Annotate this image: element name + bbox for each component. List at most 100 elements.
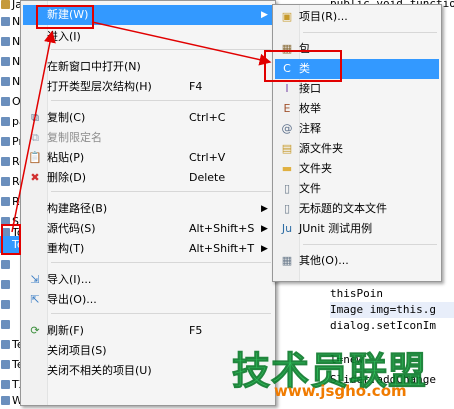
folder-icon: ▬ xyxy=(281,162,293,175)
menu-item-label: 项目(R)... xyxy=(299,10,348,23)
watermark-logo: 技术员联盟 www.jsgho.com xyxy=(228,340,452,402)
tree-item-icon xyxy=(1,97,10,106)
menu-item-label: 导出(O)... xyxy=(47,293,97,306)
ctx-item-d[interactable]: ✖ 删除(D) Delete xyxy=(23,168,273,188)
export-icon: ⇱ xyxy=(30,293,40,306)
tree-item-icon xyxy=(1,0,10,9)
menu-item-label: 其他(O)... xyxy=(299,254,349,267)
tree-item-icon xyxy=(1,77,10,86)
new-item-o[interactable]: ▦ 其他(O)... xyxy=(275,251,439,271)
new-item-junit[interactable]: Ju JUnit 测试用例 xyxy=(275,219,439,239)
code-line: Image img=this.g xyxy=(330,302,454,318)
new-submenu: ▣ 项目(R)... ▦ 包 C 类 I 接口 E 枚举 @ 注释 ▤ 源文件夹 ▬ 文件夹 ▯ 文件 ▯ 无标题的文… xyxy=(272,4,442,282)
tree-item-icon xyxy=(1,380,10,389)
annotation-box-new-menu xyxy=(36,5,94,29)
tree-item-icon xyxy=(1,340,10,349)
ctx-item-i[interactable]: 进入(I) xyxy=(23,27,273,47)
tree-item-icon xyxy=(1,360,10,369)
watermark-url: www.jsgho.com xyxy=(274,382,407,400)
ctx-item-c[interactable]: ⧉ 复制(C) Ctrl+C xyxy=(23,108,273,128)
menu-item-label: 文件 xyxy=(299,182,321,195)
tree-item-icon xyxy=(1,320,10,329)
ctx-item-i[interactable]: ⇲ 导入(I)... xyxy=(23,270,273,290)
menu-item-label: 粘贴(P) xyxy=(47,151,85,164)
new-item-item-9[interactable]: ▯ 无标题的文本文件 xyxy=(275,199,439,219)
tree-item-icon xyxy=(1,137,10,146)
menu-item-label: 枚举 xyxy=(299,102,321,115)
menu-separator xyxy=(51,100,271,101)
tree-item-icon xyxy=(1,260,10,269)
ctx-item-s[interactable]: 源代码(S) Alt+Shift+S ▶ xyxy=(23,219,273,239)
junit-icon: Ju xyxy=(281,222,293,235)
annotation-box-selected-item xyxy=(1,224,21,255)
menu-item-label: 导入(I)... xyxy=(47,273,92,286)
menu-item-label: 刷新(F) xyxy=(47,324,84,337)
tree-item-icon xyxy=(1,280,10,289)
menu-separator xyxy=(303,32,437,33)
ctx-item-t[interactable]: 重构(T) Alt+Shift+T ▶ xyxy=(23,239,273,259)
tree-item-icon xyxy=(1,17,10,26)
menu-item-label: JUnit 测试用例 xyxy=(299,222,373,235)
annotation-box-class-item xyxy=(264,50,342,82)
tree-item-icon xyxy=(1,300,10,309)
menu-item-shortcut: Alt+Shift+S xyxy=(189,222,255,235)
code-line: thisPoin xyxy=(330,287,383,300)
submenu-arrow-icon: ▶ xyxy=(261,10,268,20)
new-item-item-4[interactable]: E 枚举 xyxy=(275,99,439,119)
tree-item-icon xyxy=(1,37,10,46)
menu-item-shortcut: Alt+Shift+T xyxy=(189,242,255,255)
tree-item-icon xyxy=(1,157,10,166)
submenu-arrow-icon: ▶ xyxy=(261,204,268,214)
menu-item-label: 打开类型层次结构(H) xyxy=(47,80,152,93)
new-item-item-8[interactable]: ▯ 文件 xyxy=(275,179,439,199)
delete-icon: ✖ xyxy=(30,171,40,184)
menu-separator xyxy=(303,244,437,245)
menu-item-label: 无标题的文本文件 xyxy=(299,202,387,215)
interface-icon: I xyxy=(285,82,289,95)
source-folder-icon: ▤ xyxy=(281,142,293,155)
ctx-item-b[interactable]: 构建路径(B) ▶ xyxy=(23,199,273,219)
menu-separator xyxy=(51,191,271,192)
menu-item-label: 进入(I) xyxy=(47,30,81,43)
new-item-r[interactable]: ▣ 项目(R)... xyxy=(275,7,439,27)
ctx-item-f[interactable]: ⟳ 刷新(F) F5 xyxy=(23,321,273,341)
menu-separator xyxy=(51,49,271,50)
menu-separator xyxy=(51,262,271,263)
tree-item-icon xyxy=(1,117,10,126)
menu-item-shortcut: Delete xyxy=(189,171,226,184)
menu-item-label: 源文件夹 xyxy=(299,142,343,155)
ctx-item-h[interactable]: 打开类型层次结构(H) F4 xyxy=(23,77,273,97)
menu-item-label: 复制限定名 xyxy=(47,131,102,144)
enum-icon: E xyxy=(283,102,291,115)
menu-item-label: 接口 xyxy=(299,82,321,95)
other-icon: ▦ xyxy=(281,254,293,267)
paste-icon: 📋 xyxy=(28,151,42,164)
ctx-item-item-5[interactable]: ⧉ 复制限定名 xyxy=(23,128,273,148)
menu-item-shortcut: Ctrl+C xyxy=(189,111,226,124)
menu-item-label: 复制(C) xyxy=(47,111,86,124)
menu-item-shortcut: F5 xyxy=(189,324,203,337)
tree-item-icon xyxy=(1,57,10,66)
refresh-icon: ⟳ xyxy=(30,324,40,337)
menu-item-shortcut: Ctrl+V xyxy=(189,151,226,164)
menu-item-label: 在新窗口中打开(N) xyxy=(47,60,141,73)
import-icon: ⇲ xyxy=(30,273,40,286)
ctx-item-o[interactable]: ⇱ 导出(O)... xyxy=(23,290,273,310)
menu-item-label: 构建路径(B) xyxy=(47,202,108,215)
new-item-item-3[interactable]: I 接口 xyxy=(275,79,439,99)
new-item-item-5[interactable]: @ 注释 xyxy=(275,119,439,139)
new-item-item-7[interactable]: ▬ 文件夹 xyxy=(275,159,439,179)
menu-item-label: 关闭不相关的项目(U) xyxy=(47,364,152,377)
menu-item-shortcut: F4 xyxy=(189,80,203,93)
code-line: dialog.setIconIm xyxy=(330,319,436,332)
ctx-item-p[interactable]: 📋 粘贴(P) Ctrl+V xyxy=(23,148,273,168)
menu-item-label: 文件夹 xyxy=(299,162,332,175)
new-item-item-6[interactable]: ▤ 源文件夹 xyxy=(275,139,439,159)
ctx-item-n[interactable]: 在新窗口中打开(N) xyxy=(23,57,273,77)
submenu-arrow-icon: ▶ xyxy=(261,244,268,254)
tree-item-icon xyxy=(1,177,10,186)
untitled-text-file-icon: ▯ xyxy=(283,202,291,215)
menu-item-label: 注释 xyxy=(299,122,321,135)
submenu-arrow-icon: ▶ xyxy=(261,224,268,234)
file-icon: ▯ xyxy=(283,182,291,195)
